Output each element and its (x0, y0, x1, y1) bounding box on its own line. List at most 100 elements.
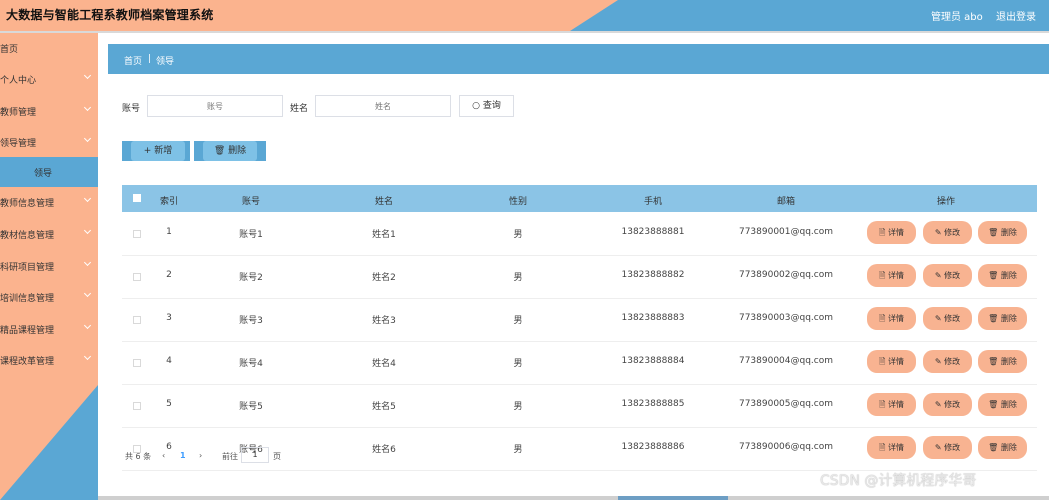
table-row: 1 账号1 姓名1 男 13823888881 773890001@qq.com… (122, 212, 1037, 256)
cell-phone: 13823888885 (621, 399, 685, 409)
column-header: 手机 (643, 197, 663, 207)
cell-email: 773890005@qq.com (738, 399, 834, 409)
delete-button[interactable]: 🗑 删除 (978, 350, 1027, 373)
row-checkbox[interactable] (133, 359, 141, 367)
delete-button[interactable]: 🗑 删除 (978, 221, 1027, 244)
account-label: 账号 (122, 104, 141, 114)
sidebar-item-label: 教师信息管理 (0, 199, 55, 209)
cell-account: 账号1 (239, 230, 263, 240)
search-button[interactable]: ○ 查询 (459, 95, 514, 117)
add-button[interactable]: + 新增 (131, 141, 185, 161)
sidebar-item-course-reform[interactable]: 课程改革管理 (0, 345, 98, 375)
row-checkbox[interactable] (133, 402, 141, 410)
detail-button[interactable]: 🗎 详情 (867, 436, 916, 459)
cell-index: 1 (166, 227, 172, 237)
sidebar-item-label: 精品课程管理 (0, 326, 55, 336)
edit-button[interactable]: ✎ 修改 (923, 264, 972, 287)
table-row: 3 账号3 姓名3 男 13823888883 773890003@qq.com… (122, 298, 1037, 342)
chevron-down-icon (83, 352, 92, 361)
sidebar-item-teacher-info[interactable]: 教师信息管理 (0, 187, 98, 217)
edit-button[interactable]: ✎ 修改 (923, 221, 972, 244)
sidebar-item-label: 个人中心 (0, 76, 37, 86)
detail-button[interactable]: 🗎 详情 (867, 393, 916, 416)
sidebar-item-leader[interactable]: 领导 (0, 157, 98, 187)
sidebar-item-personal-center[interactable]: 个人中心 (0, 64, 98, 94)
sidebar-item-label: 课程改革管理 (0, 357, 55, 367)
column-header: 邮箱 (776, 197, 796, 207)
prev-page-button[interactable]: ‹ (162, 451, 165, 460)
watermark: CSDN @计算机程序华哥 (820, 473, 977, 489)
goto-page-input[interactable]: 1 (241, 447, 269, 463)
column-header: 账号 (241, 197, 261, 207)
next-page-button[interactable]: › (199, 451, 202, 460)
sidebar: 首页 个人中心 教师管理 领导管理 领导 教师信息管理 教材信息管理 科研项目管… (0, 33, 98, 500)
bulk-delete-button[interactable]: 🗑 删除 (203, 141, 257, 161)
cell-gender: 男 (513, 273, 523, 283)
sidebar-item-training-info[interactable]: 培训信息管理 (0, 282, 98, 312)
detail-button[interactable]: 🗎 详情 (867, 264, 916, 287)
delete-button[interactable]: 🗑 删除 (978, 307, 1027, 330)
sidebar-item-textbook-info[interactable]: 教材信息管理 (0, 219, 98, 249)
chevron-down-icon (83, 194, 92, 203)
horizontal-scrollbar[interactable] (98, 496, 1049, 500)
edit-button[interactable]: ✎ 修改 (923, 393, 972, 416)
cell-name: 姓名2 (372, 273, 396, 283)
name-search-input[interactable] (315, 95, 451, 117)
sidebar-item-research-projects[interactable]: 科研项目管理 (0, 251, 98, 281)
cell-email: 773890001@qq.com (738, 227, 834, 237)
sidebar-item-label: 科研项目管理 (0, 263, 55, 273)
account-search-input[interactable] (147, 95, 283, 117)
detail-button[interactable]: 🗎 详情 (867, 307, 916, 330)
breadcrumb-current: 领导 (156, 57, 175, 67)
header-divider (0, 31, 1049, 33)
edit-button[interactable]: ✎ 修改 (923, 350, 972, 373)
cell-name: 姓名3 (372, 316, 396, 326)
cell-index: 2 (166, 270, 172, 280)
cell-name: 姓名6 (372, 445, 396, 455)
sidebar-item-label: 领导 (34, 169, 53, 179)
sidebar-item-quality-courses[interactable]: 精品课程管理 (0, 314, 98, 344)
sidebar-item-label: 教师管理 (0, 108, 37, 118)
scrollbar-thumb[interactable] (618, 496, 728, 500)
delete-button[interactable]: 🗑 删除 (978, 264, 1027, 287)
cell-index: 4 (166, 356, 172, 366)
select-all-checkbox[interactable] (133, 194, 141, 202)
delete-button[interactable]: 🗑 删除 (978, 393, 1027, 416)
page-number-current[interactable]: 1 (180, 451, 186, 460)
row-checkbox[interactable] (133, 316, 141, 324)
column-header: 性别 (508, 197, 528, 207)
row-checkbox[interactable] (133, 273, 141, 281)
cell-gender: 男 (513, 230, 523, 240)
sidebar-item-label: 首页 (0, 45, 19, 55)
name-label: 姓名 (290, 104, 309, 114)
breadcrumb-home[interactable]: 首页 (124, 54, 142, 67)
goto-label: 前往 (222, 452, 238, 461)
chevron-down-icon (83, 103, 92, 112)
cell-phone: 13823888883 (621, 313, 685, 323)
column-header: 姓名 (374, 197, 394, 207)
sidebar-item-teacher-management[interactable]: 教师管理 (0, 96, 98, 126)
cell-account: 账号5 (239, 402, 263, 412)
cell-email: 773890002@qq.com (738, 270, 834, 280)
breadcrumb: 首页 | 领导 (108, 44, 1049, 74)
detail-button[interactable]: 🗎 详情 (867, 221, 916, 244)
sidebar-item-label: 领导管理 (0, 139, 37, 149)
edit-button[interactable]: ✎ 修改 (923, 436, 972, 459)
top-header: 大数据与智能工程系教师档案管理系统 管理员 abo 退出登录 (0, 0, 1049, 31)
sidebar-item-home[interactable]: 首页 (0, 33, 98, 63)
sidebar-item-leader-management[interactable]: 领导管理 (0, 127, 98, 157)
edit-button[interactable]: ✎ 修改 (923, 307, 972, 330)
chevron-down-icon (83, 226, 92, 235)
app-title: 大数据与智能工程系教师档案管理系统 (6, 8, 214, 22)
cell-gender: 男 (513, 316, 523, 326)
cell-email: 773890004@qq.com (738, 356, 834, 366)
row-checkbox[interactable] (133, 230, 141, 238)
table-row: 2 账号2 姓名2 男 13823888882 773890002@qq.com… (122, 255, 1037, 299)
cell-gender: 男 (513, 402, 523, 412)
delete-button[interactable]: 🗑 删除 (978, 436, 1027, 459)
cell-index: 6 (166, 442, 172, 452)
sidebar-item-label: 培训信息管理 (0, 294, 55, 304)
cell-gender: 男 (513, 359, 523, 369)
logout-link[interactable]: 退出登录 (996, 8, 1036, 23)
detail-button[interactable]: 🗎 详情 (867, 350, 916, 373)
